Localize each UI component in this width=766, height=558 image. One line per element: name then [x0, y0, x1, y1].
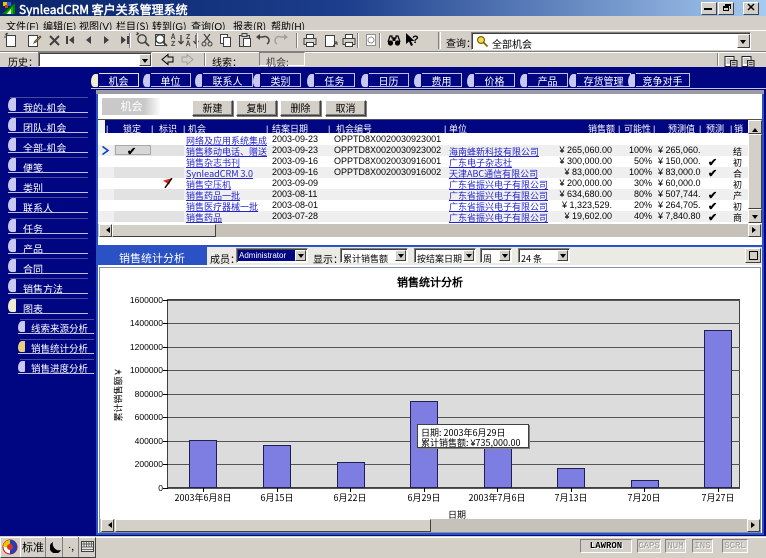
svg-text:A: A: [185, 39, 191, 48]
svg-text:Z: Z: [171, 39, 176, 48]
svg-text:?: ?: [412, 32, 419, 47]
